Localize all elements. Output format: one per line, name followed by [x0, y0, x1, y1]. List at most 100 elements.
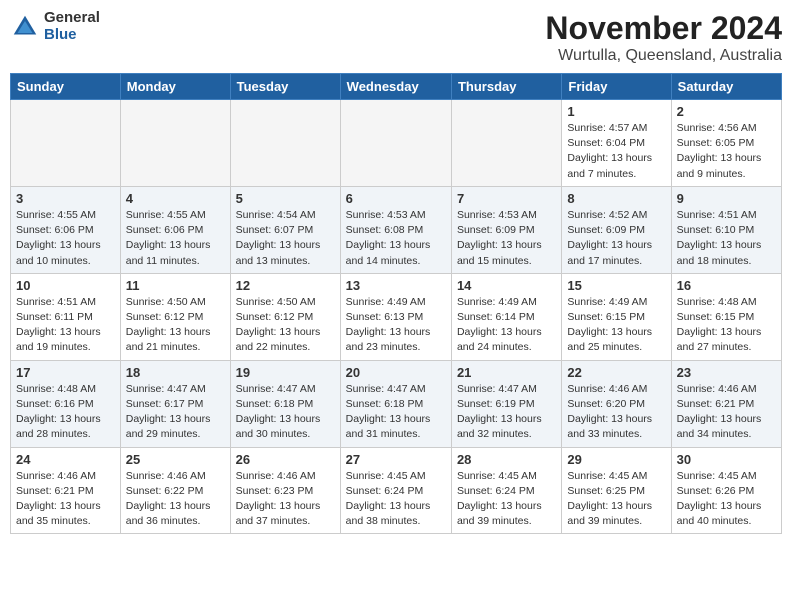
calendar-cell: 17 Sunrise: 4:48 AM Sunset: 6:16 PM Dayli…	[11, 360, 121, 447]
logo-icon	[10, 12, 40, 42]
calendar-cell: 3 Sunrise: 4:55 AM Sunset: 6:06 PM Daylig…	[11, 186, 121, 273]
day-number: 20	[346, 365, 446, 380]
day-number: 19	[236, 365, 335, 380]
day-number: 21	[457, 365, 556, 380]
calendar-cell	[340, 100, 451, 187]
calendar-cell: 11Sunrise: 4:50 AM Sunset: 6:12 PM Dayli…	[120, 273, 230, 360]
day-number: 4	[126, 191, 225, 206]
weekday-header-thursday: Thursday	[451, 74, 561, 100]
calendar-cell: 1 Sunrise: 4:57 AM Sunset: 6:04 PM Daylig…	[562, 100, 671, 187]
day-info: Sunrise: 4:48 AM Sunset: 6:16 PM Dayligh…	[16, 382, 115, 443]
calendar-cell	[451, 100, 561, 187]
day-number: 22	[567, 365, 665, 380]
day-number: 18	[126, 365, 225, 380]
day-info: Sunrise: 4:54 AM Sunset: 6:07 PM Dayligh…	[236, 208, 335, 269]
day-info: Sunrise: 4:47 AM Sunset: 6:17 PM Dayligh…	[126, 382, 225, 443]
day-number: 26	[236, 452, 335, 467]
day-info: Sunrise: 4:46 AM Sunset: 6:21 PM Dayligh…	[16, 469, 115, 530]
weekday-header-saturday: Saturday	[671, 74, 781, 100]
weekday-header-monday: Monday	[120, 74, 230, 100]
calendar-cell: 21Sunrise: 4:47 AM Sunset: 6:19 PM Dayli…	[451, 360, 561, 447]
day-number: 27	[346, 452, 446, 467]
day-number: 2	[677, 104, 776, 119]
day-number: 24	[16, 452, 115, 467]
calendar-cell: 6 Sunrise: 4:53 AM Sunset: 6:08 PM Daylig…	[340, 186, 451, 273]
calendar-cell: 4 Sunrise: 4:55 AM Sunset: 6:06 PM Daylig…	[120, 186, 230, 273]
day-number: 1	[567, 104, 665, 119]
day-number: 9	[677, 191, 776, 206]
calendar-cell: 5Sunrise: 4:54 AM Sunset: 6:07 PM Daylig…	[230, 186, 340, 273]
calendar-cell: 7Sunrise: 4:53 AM Sunset: 6:09 PM Daylig…	[451, 186, 561, 273]
day-number: 30	[677, 452, 776, 467]
day-info: Sunrise: 4:49 AM Sunset: 6:13 PM Dayligh…	[346, 295, 446, 356]
calendar-cell: 12Sunrise: 4:50 AM Sunset: 6:12 PM Dayli…	[230, 273, 340, 360]
page-header: General Blue November 2024 Wurtulla, Que…	[10, 10, 782, 65]
calendar-week-row: 24 Sunrise: 4:46 AM Sunset: 6:21 PM Dayli…	[11, 447, 782, 534]
calendar-cell: 25Sunrise: 4:46 AM Sunset: 6:22 PM Dayli…	[120, 447, 230, 534]
day-info: Sunrise: 4:47 AM Sunset: 6:18 PM Dayligh…	[346, 382, 446, 443]
calendar-cell	[120, 100, 230, 187]
logo-text: General Blue	[44, 10, 100, 43]
title-area: November 2024 Wurtulla, Queensland, Aust…	[545, 10, 782, 65]
day-number: 14	[457, 278, 556, 293]
day-number: 12	[236, 278, 335, 293]
location-title: Wurtulla, Queensland, Australia	[545, 47, 782, 65]
day-info: Sunrise: 4:56 AM Sunset: 6:05 PM Dayligh…	[677, 121, 776, 182]
day-info: Sunrise: 4:55 AM Sunset: 6:06 PM Dayligh…	[16, 208, 115, 269]
logo-blue-text: Blue	[44, 27, 100, 44]
calendar-week-row: 10 Sunrise: 4:51 AM Sunset: 6:11 PM Dayli…	[11, 273, 782, 360]
day-info: Sunrise: 4:45 AM Sunset: 6:25 PM Dayligh…	[567, 469, 665, 530]
day-number: 28	[457, 452, 556, 467]
day-number: 17	[16, 365, 115, 380]
day-info: Sunrise: 4:48 AM Sunset: 6:15 PM Dayligh…	[677, 295, 776, 356]
day-info: Sunrise: 4:45 AM Sunset: 6:24 PM Dayligh…	[457, 469, 556, 530]
calendar-cell: 13 Sunrise: 4:49 AM Sunset: 6:13 PM Dayli…	[340, 273, 451, 360]
day-info: Sunrise: 4:47 AM Sunset: 6:18 PM Dayligh…	[236, 382, 335, 443]
day-info: Sunrise: 4:53 AM Sunset: 6:08 PM Dayligh…	[346, 208, 446, 269]
day-info: Sunrise: 4:52 AM Sunset: 6:09 PM Dayligh…	[567, 208, 665, 269]
calendar-cell: 27 Sunrise: 4:45 AM Sunset: 6:24 PM Dayli…	[340, 447, 451, 534]
calendar-cell: 24 Sunrise: 4:46 AM Sunset: 6:21 PM Dayli…	[11, 447, 121, 534]
calendar-table: SundayMondayTuesdayWednesdayThursdayFrid…	[10, 73, 782, 534]
day-info: Sunrise: 4:57 AM Sunset: 6:04 PM Dayligh…	[567, 121, 665, 182]
day-number: 15	[567, 278, 665, 293]
calendar-cell: 30Sunrise: 4:45 AM Sunset: 6:26 PM Dayli…	[671, 447, 781, 534]
logo: General Blue	[10, 10, 100, 43]
calendar-cell: 14 Sunrise: 4:49 AM Sunset: 6:14 PM Dayli…	[451, 273, 561, 360]
calendar-cell: 18 Sunrise: 4:47 AM Sunset: 6:17 PM Dayli…	[120, 360, 230, 447]
day-info: Sunrise: 4:46 AM Sunset: 6:21 PM Dayligh…	[677, 382, 776, 443]
calendar-cell: 19 Sunrise: 4:47 AM Sunset: 6:18 PM Dayli…	[230, 360, 340, 447]
day-info: Sunrise: 4:51 AM Sunset: 6:10 PM Dayligh…	[677, 208, 776, 269]
day-info: Sunrise: 4:49 AM Sunset: 6:15 PM Dayligh…	[567, 295, 665, 356]
day-number: 16	[677, 278, 776, 293]
calendar-cell: 15 Sunrise: 4:49 AM Sunset: 6:15 PM Dayli…	[562, 273, 671, 360]
calendar-cell: 2 Sunrise: 4:56 AM Sunset: 6:05 PM Daylig…	[671, 100, 781, 187]
day-info: Sunrise: 4:46 AM Sunset: 6:23 PM Dayligh…	[236, 469, 335, 530]
calendar-cell: 23 Sunrise: 4:46 AM Sunset: 6:21 PM Dayli…	[671, 360, 781, 447]
calendar-cell	[11, 100, 121, 187]
weekday-header-friday: Friday	[562, 74, 671, 100]
month-title: November 2024	[545, 10, 782, 47]
weekday-header-wednesday: Wednesday	[340, 74, 451, 100]
day-number: 25	[126, 452, 225, 467]
calendar-cell: 16 Sunrise: 4:48 AM Sunset: 6:15 PM Dayli…	[671, 273, 781, 360]
weekday-header-sunday: Sunday	[11, 74, 121, 100]
calendar-cell: 10 Sunrise: 4:51 AM Sunset: 6:11 PM Dayli…	[11, 273, 121, 360]
day-info: Sunrise: 4:51 AM Sunset: 6:11 PM Dayligh…	[16, 295, 115, 356]
day-number: 3	[16, 191, 115, 206]
day-info: Sunrise: 4:45 AM Sunset: 6:24 PM Dayligh…	[346, 469, 446, 530]
day-info: Sunrise: 4:49 AM Sunset: 6:14 PM Dayligh…	[457, 295, 556, 356]
calendar-week-row: 17 Sunrise: 4:48 AM Sunset: 6:16 PM Dayli…	[11, 360, 782, 447]
day-info: Sunrise: 4:46 AM Sunset: 6:20 PM Dayligh…	[567, 382, 665, 443]
day-number: 13	[346, 278, 446, 293]
calendar-cell: 28 Sunrise: 4:45 AM Sunset: 6:24 PM Dayli…	[451, 447, 561, 534]
calendar-cell: 9 Sunrise: 4:51 AM Sunset: 6:10 PM Daylig…	[671, 186, 781, 273]
calendar-cell: 29Sunrise: 4:45 AM Sunset: 6:25 PM Dayli…	[562, 447, 671, 534]
logo-general-text: General	[44, 10, 100, 27]
day-number: 10	[16, 278, 115, 293]
day-number: 6	[346, 191, 446, 206]
calendar-week-row: 3 Sunrise: 4:55 AM Sunset: 6:06 PM Daylig…	[11, 186, 782, 273]
day-info: Sunrise: 4:55 AM Sunset: 6:06 PM Dayligh…	[126, 208, 225, 269]
calendar-cell: 20 Sunrise: 4:47 AM Sunset: 6:18 PM Dayli…	[340, 360, 451, 447]
day-number: 23	[677, 365, 776, 380]
